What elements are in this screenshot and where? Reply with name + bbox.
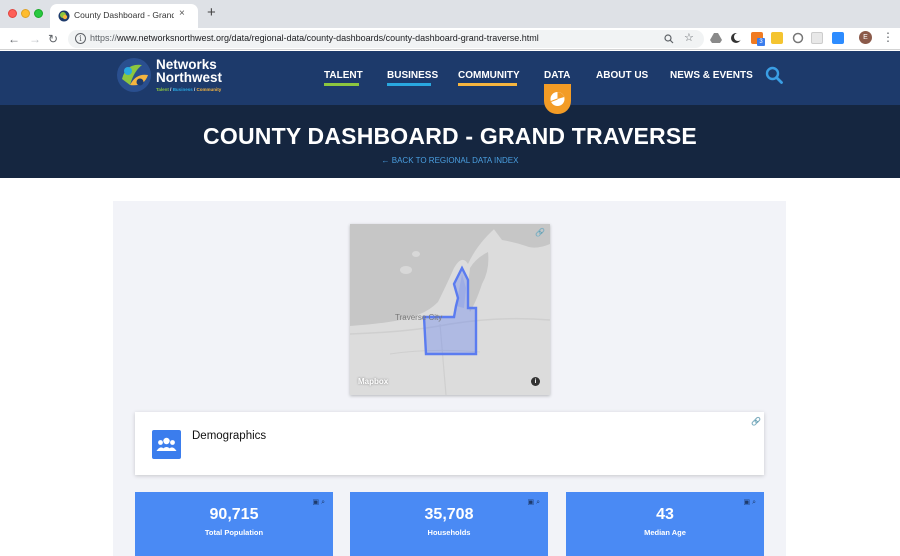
- back-to-index-link[interactable]: ← BACK TO REGIONAL DATA INDEX: [0, 156, 900, 165]
- site-favicon-icon: [58, 10, 70, 22]
- map-link-icon[interactable]: 🔗: [535, 228, 545, 237]
- stat-label: Median Age: [644, 528, 686, 537]
- nav-community-underline: [458, 83, 517, 86]
- nav-data[interactable]: DATA: [544, 70, 570, 81]
- section-link-icon[interactable]: 🔗: [751, 417, 761, 426]
- map-info-icon[interactable]: i: [531, 377, 540, 386]
- stat-card-median-age: ▣ ⌕ 43 Median Age: [566, 492, 764, 556]
- address-bar[interactable]: i https://www.networksnorthwest.org/data…: [68, 30, 704, 48]
- site-header: Networks Northwest Talent / Business / C…: [0, 51, 900, 105]
- extension-yellow-icon[interactable]: [771, 32, 783, 44]
- browser-tab[interactable]: County Dashboard - Grand Tra ×: [50, 4, 198, 28]
- map-city-label: Traverse City: [395, 313, 443, 322]
- stat-card-households: ▣ ⌕ 35,708 Households: [350, 492, 548, 556]
- nav-talent-underline: [324, 83, 359, 86]
- drive-extension-icon[interactable]: [710, 32, 722, 44]
- nav-talent[interactable]: TALENT: [324, 70, 363, 81]
- bookmark-star-icon[interactable]: ☆: [684, 31, 694, 44]
- stat-value: 90,715: [209, 506, 259, 523]
- browser-toolbar: ← → ↻ i https://www.networksnorthwest.or…: [0, 28, 900, 50]
- stat-card-population: ▣ ⌕ 90,715 Total Population: [135, 492, 333, 556]
- tab-close-icon[interactable]: ×: [179, 8, 185, 19]
- tab-title: County Dashboard - Grand Tra: [74, 10, 174, 20]
- zoom-extension-icon[interactable]: [832, 32, 844, 44]
- nav-business[interactable]: BUSINESS: [387, 70, 438, 81]
- people-icon: [152, 430, 181, 459]
- close-window-button[interactable]: [8, 9, 17, 18]
- nav-community[interactable]: COMMUNITY: [458, 70, 520, 81]
- extension-orange-icon[interactable]: 3: [751, 32, 765, 46]
- new-tab-button[interactable]: +: [207, 4, 216, 22]
- zoom-icon[interactable]: [664, 34, 674, 44]
- logo-tagline: Talent / Business / Community: [156, 87, 222, 92]
- browser-tabstrip: County Dashboard - Grand Tra × +: [0, 0, 900, 28]
- extension-grey-icon[interactable]: [792, 32, 804, 44]
- demographics-card: Demographics 🔗: [135, 412, 764, 475]
- stat-label: Total Population: [204, 528, 264, 537]
- pie-chart-icon: [550, 92, 565, 106]
- logo-wordmark: Networks Northwest: [156, 57, 223, 85]
- active-data-indicator: [544, 84, 571, 114]
- map-canvas[interactable]: [349, 224, 551, 396]
- site-logo[interactable]: Networks Northwest Talent / Business / C…: [116, 55, 236, 95]
- stat-value: 43: [656, 506, 674, 523]
- nav-business-underline: [387, 83, 431, 86]
- mapbox-attribution[interactable]: Mapbox: [358, 377, 388, 386]
- profile-avatar[interactable]: E: [859, 31, 872, 44]
- logo-mark-icon: [117, 58, 151, 92]
- reload-button[interactable]: ↻: [48, 30, 58, 48]
- dark-mode-extension-icon[interactable]: [730, 32, 742, 44]
- address-url[interactable]: https://www.networksnorthwest.org/data/r…: [90, 33, 539, 43]
- site-info-icon[interactable]: i: [75, 33, 86, 44]
- county-map[interactable]: Traverse City Mapbox i 🔗: [349, 224, 551, 396]
- forward-button[interactable]: →: [29, 30, 41, 48]
- search-icon[interactable]: [765, 66, 783, 84]
- browser-menu-icon[interactable]: ⋮: [882, 30, 894, 44]
- page-hero: COUNTY DASHBOARD - GRAND TRAVERSE ← BACK…: [0, 105, 900, 178]
- back-button[interactable]: ←: [8, 30, 20, 48]
- stat-label: Households: [427, 528, 471, 537]
- maximize-window-button[interactable]: [34, 9, 43, 18]
- extension-blank-icon[interactable]: [811, 32, 823, 44]
- nav-news-events[interactable]: NEWS & EVENTS: [670, 70, 753, 81]
- page-title: COUNTY DASHBOARD - GRAND TRAVERSE: [203, 123, 697, 149]
- minimize-window-button[interactable]: [21, 9, 30, 18]
- section-title: Demographics: [192, 430, 267, 442]
- stat-value: 35,708: [424, 506, 474, 523]
- nav-about-us[interactable]: ABOUT US: [596, 70, 648, 81]
